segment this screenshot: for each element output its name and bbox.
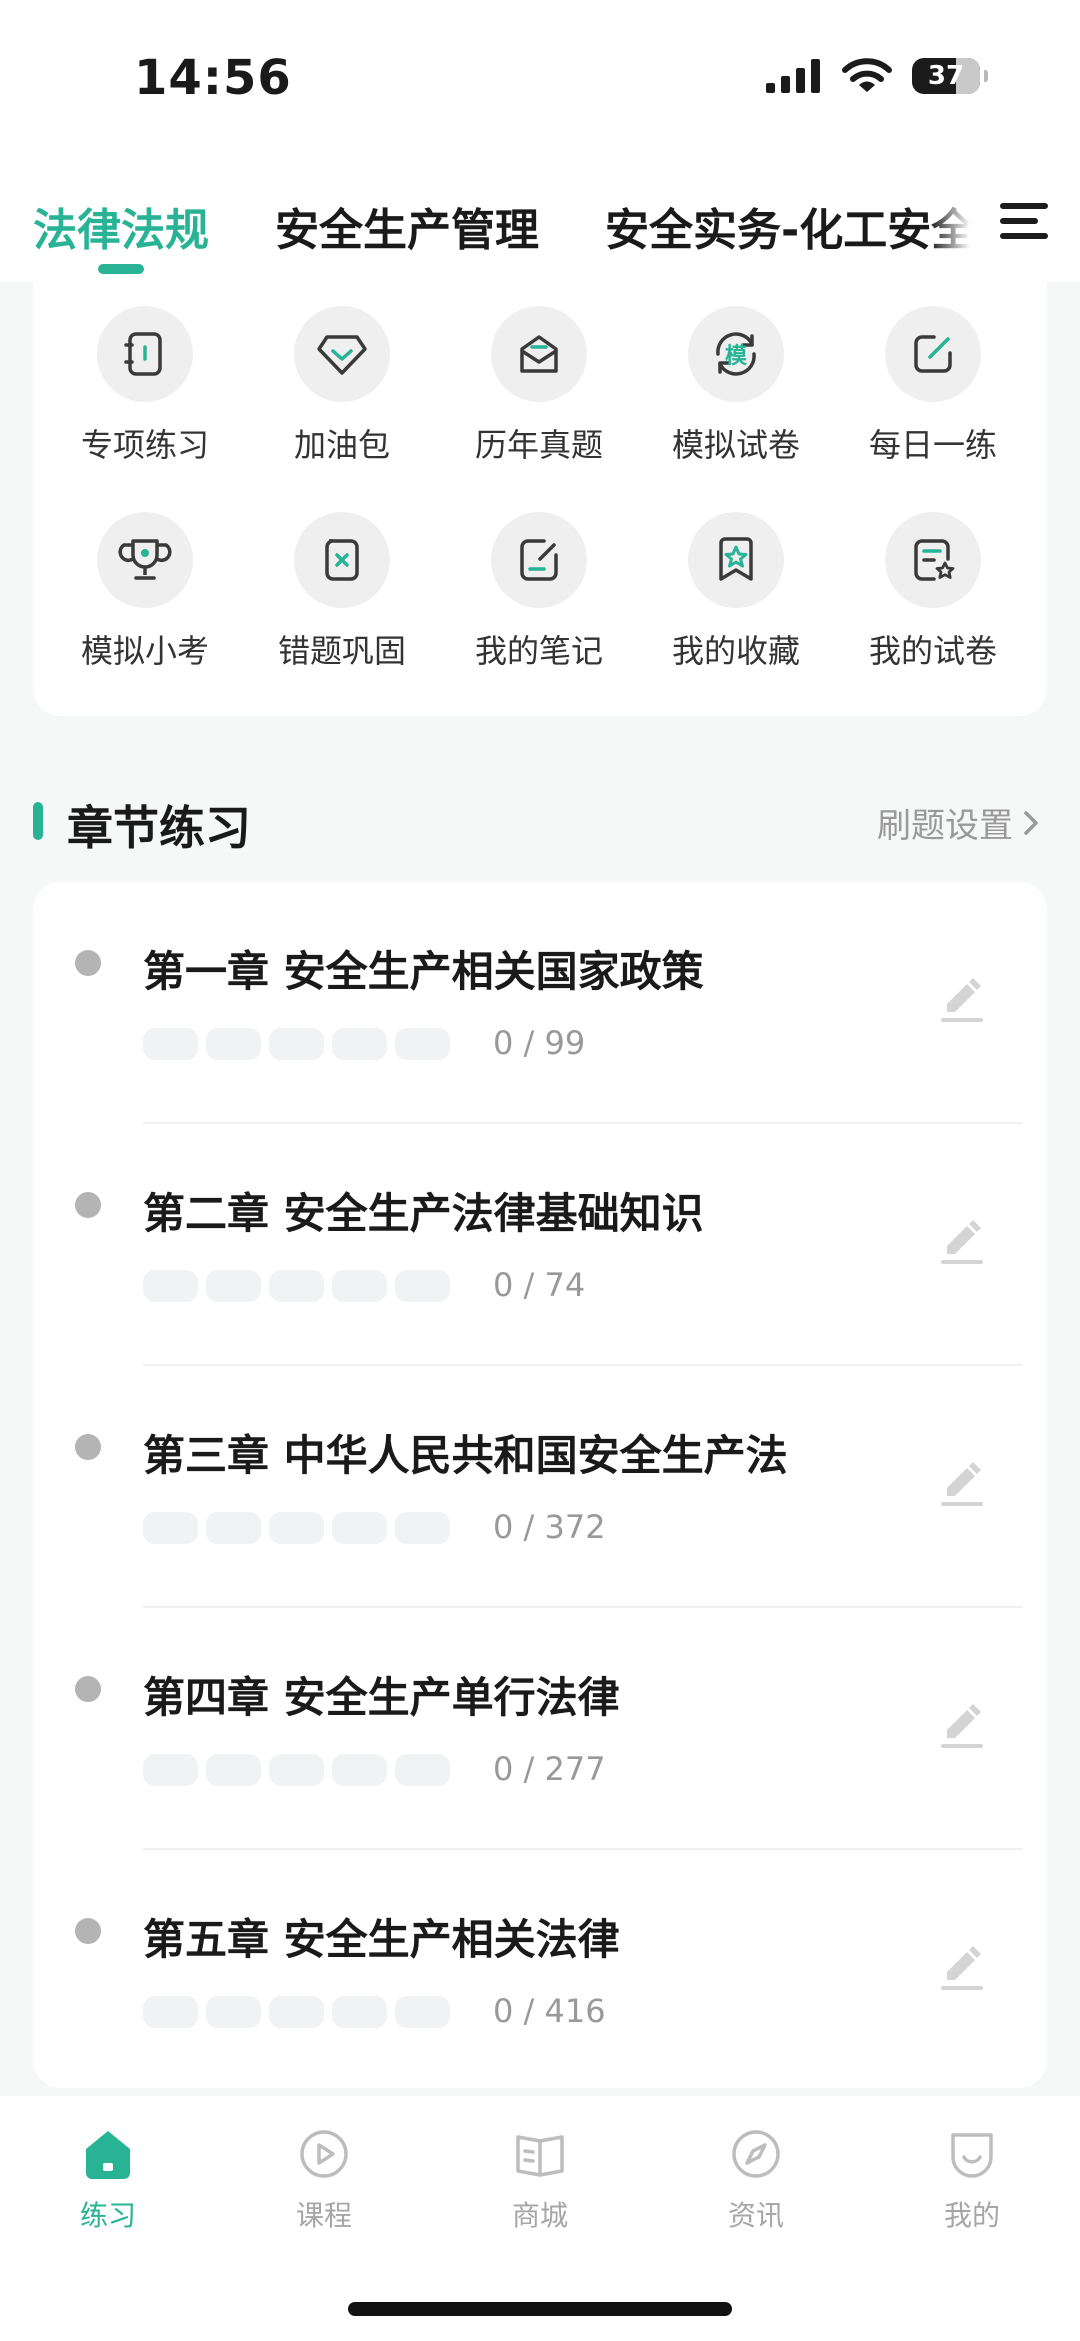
battery-level: 37 xyxy=(927,61,965,91)
grid-item-past-exams[interactable]: 历年真题 xyxy=(439,306,639,466)
grid-label: 我的笔记 xyxy=(474,632,603,670)
grid-item-special-practice[interactable]: 专项练习 xyxy=(45,306,245,466)
chapter-item-5[interactable]: 第五章 安全生产相关法律 0 / 416 xyxy=(33,1850,1047,2092)
bookmark-star-icon xyxy=(688,512,784,608)
chapter-progress xyxy=(143,1996,450,2028)
chapter-item-2[interactable]: 第二章 安全生产法律基础知识 0 / 74 xyxy=(33,1124,1047,1366)
tab-safety-management[interactable]: 安全生产管理 xyxy=(275,194,539,258)
menu-icon[interactable] xyxy=(930,160,1080,282)
chapter-title: 第二章 安全生产法律基础知识 xyxy=(143,1189,704,1238)
grid-item-boost-pack[interactable]: 加油包 xyxy=(242,306,442,466)
wifi-icon xyxy=(842,58,892,92)
nav-news[interactable]: 资讯 xyxy=(686,2124,826,2234)
chapter-status-dot xyxy=(75,950,101,976)
chapter-title: 第三章 中华人民共和国安全生产法 xyxy=(143,1431,788,1480)
grid-label: 我的收藏 xyxy=(671,632,800,670)
pencil-icon[interactable] xyxy=(933,1212,989,1268)
active-tab-indicator xyxy=(98,264,144,274)
compass-icon xyxy=(726,2124,786,2184)
nav-store[interactable]: 商城 xyxy=(470,2124,610,2234)
chapter-item-3[interactable]: 第三章 中华人民共和国安全生产法 0 / 372 xyxy=(33,1366,1047,1608)
nav-courses[interactable]: 课程 xyxy=(254,2124,394,2234)
chapter-progress xyxy=(143,1270,450,1302)
subject-tabs: 法律法规 安全生产管理 安全实务-化工安全 xyxy=(0,160,1080,282)
chapter-count: 0 / 372 xyxy=(493,1508,606,1546)
grid-item-my-favorites[interactable]: 我的收藏 xyxy=(636,512,836,672)
status-time: 14:56 xyxy=(134,50,292,106)
grid-item-mock-exam[interactable]: 模 模拟试卷 xyxy=(636,306,836,466)
pencil-icon[interactable] xyxy=(933,970,989,1026)
pencil-icon[interactable] xyxy=(933,1454,989,1510)
battery-tip xyxy=(984,70,988,82)
status-bar: 14:56 37 xyxy=(0,0,1080,160)
chapter-status-dot xyxy=(75,1918,101,1944)
nav-label: 练习 xyxy=(79,2199,136,2232)
chapter-count: 0 / 74 xyxy=(493,1266,586,1304)
profile-icon xyxy=(942,2124,1002,2184)
nav-label: 课程 xyxy=(295,2199,352,2232)
notebook-icon xyxy=(97,306,193,402)
chapter-status-dot xyxy=(75,1676,101,1702)
battery-icon: 37 xyxy=(912,58,980,94)
home-icon xyxy=(78,2124,138,2184)
chapter-title: 第一章 安全生产相关国家政策 xyxy=(143,947,704,996)
chapter-progress xyxy=(143,1028,450,1060)
nav-practice[interactable]: 练习 xyxy=(38,2124,178,2234)
mock-exam-icon: 模 xyxy=(688,306,784,402)
note-icon xyxy=(491,512,587,608)
envelope-icon xyxy=(491,306,587,402)
grid-label: 历年真题 xyxy=(474,426,603,464)
section-title: 章节练习 xyxy=(67,801,251,855)
grid-item-wrong-review[interactable]: 错题巩固 xyxy=(242,512,442,672)
grid-label: 加油包 xyxy=(293,426,390,464)
chapter-section-header: 章节练习 刷题设置 xyxy=(33,780,1047,860)
quick-actions-card: 专项练习 加油包 历年真题 模 模拟试卷 每日一练 模拟小考 错题巩固 我的笔记… xyxy=(33,282,1047,716)
signal-icon xyxy=(766,59,820,93)
wrong-question-icon xyxy=(294,512,390,608)
grid-label: 错题巩固 xyxy=(277,632,406,670)
chapter-item-4[interactable]: 第四章 安全生产单行法律 0 / 277 xyxy=(33,1608,1047,1850)
nav-profile[interactable]: 我的 xyxy=(902,2124,1042,2234)
grid-item-daily-practice[interactable]: 每日一练 xyxy=(833,306,1033,466)
practice-settings-label: 刷题设置 xyxy=(877,806,1013,846)
tab-laws[interactable]: 法律法规 xyxy=(33,194,209,258)
chapter-status-dot xyxy=(75,1434,101,1460)
chapter-progress xyxy=(143,1512,450,1544)
tab-chemical-safety[interactable]: 安全实务-化工安全 xyxy=(605,194,975,258)
grid-label: 模拟小考 xyxy=(80,632,209,670)
mock-exam-glyph: 模 xyxy=(724,344,747,369)
nav-label: 商城 xyxy=(511,2199,568,2232)
grid-item-mini-quiz[interactable]: 模拟小考 xyxy=(45,512,245,672)
section-accent-bar xyxy=(33,802,43,840)
diamond-icon xyxy=(294,306,390,402)
home-indicator xyxy=(348,2302,732,2316)
chapter-progress xyxy=(143,1754,450,1786)
nav-label: 我的 xyxy=(943,2199,1000,2232)
chapter-count: 0 / 416 xyxy=(493,1992,606,2030)
practice-settings-link[interactable]: 刷题设置 xyxy=(877,798,1041,847)
chapter-title: 第五章 安全生产相关法律 xyxy=(143,1915,620,1964)
edit-square-icon xyxy=(885,306,981,402)
grid-item-my-notes[interactable]: 我的笔记 xyxy=(439,512,639,672)
grid-label: 我的试卷 xyxy=(868,632,997,670)
pencil-icon[interactable] xyxy=(933,1696,989,1752)
book-open-icon xyxy=(510,2124,570,2184)
paper-star-icon xyxy=(885,512,981,608)
chapter-item-1[interactable]: 第一章 安全生产相关国家政策 0 / 99 xyxy=(33,882,1047,1124)
chapter-count: 0 / 99 xyxy=(493,1024,586,1062)
play-circle-icon xyxy=(294,2124,354,2184)
pencil-icon[interactable] xyxy=(933,1938,989,1994)
grid-item-my-papers[interactable]: 我的试卷 xyxy=(833,512,1033,672)
chapter-count: 0 / 277 xyxy=(493,1750,606,1788)
grid-label: 专项练习 xyxy=(80,426,209,464)
grid-label: 每日一练 xyxy=(868,426,997,464)
chapter-title: 第四章 安全生产单行法律 xyxy=(143,1673,620,1722)
nav-label: 资讯 xyxy=(727,2199,784,2232)
chapter-status-dot xyxy=(75,1192,101,1218)
status-icons: 37 xyxy=(766,58,988,94)
grid-label: 模拟试卷 xyxy=(671,426,800,464)
chapter-list: 第一章 安全生产相关国家政策 0 / 99 第二章 安全生产法律基础知识 0 /… xyxy=(33,882,1047,2088)
trophy-icon xyxy=(97,512,193,608)
chevron-right-icon xyxy=(1024,810,1038,835)
